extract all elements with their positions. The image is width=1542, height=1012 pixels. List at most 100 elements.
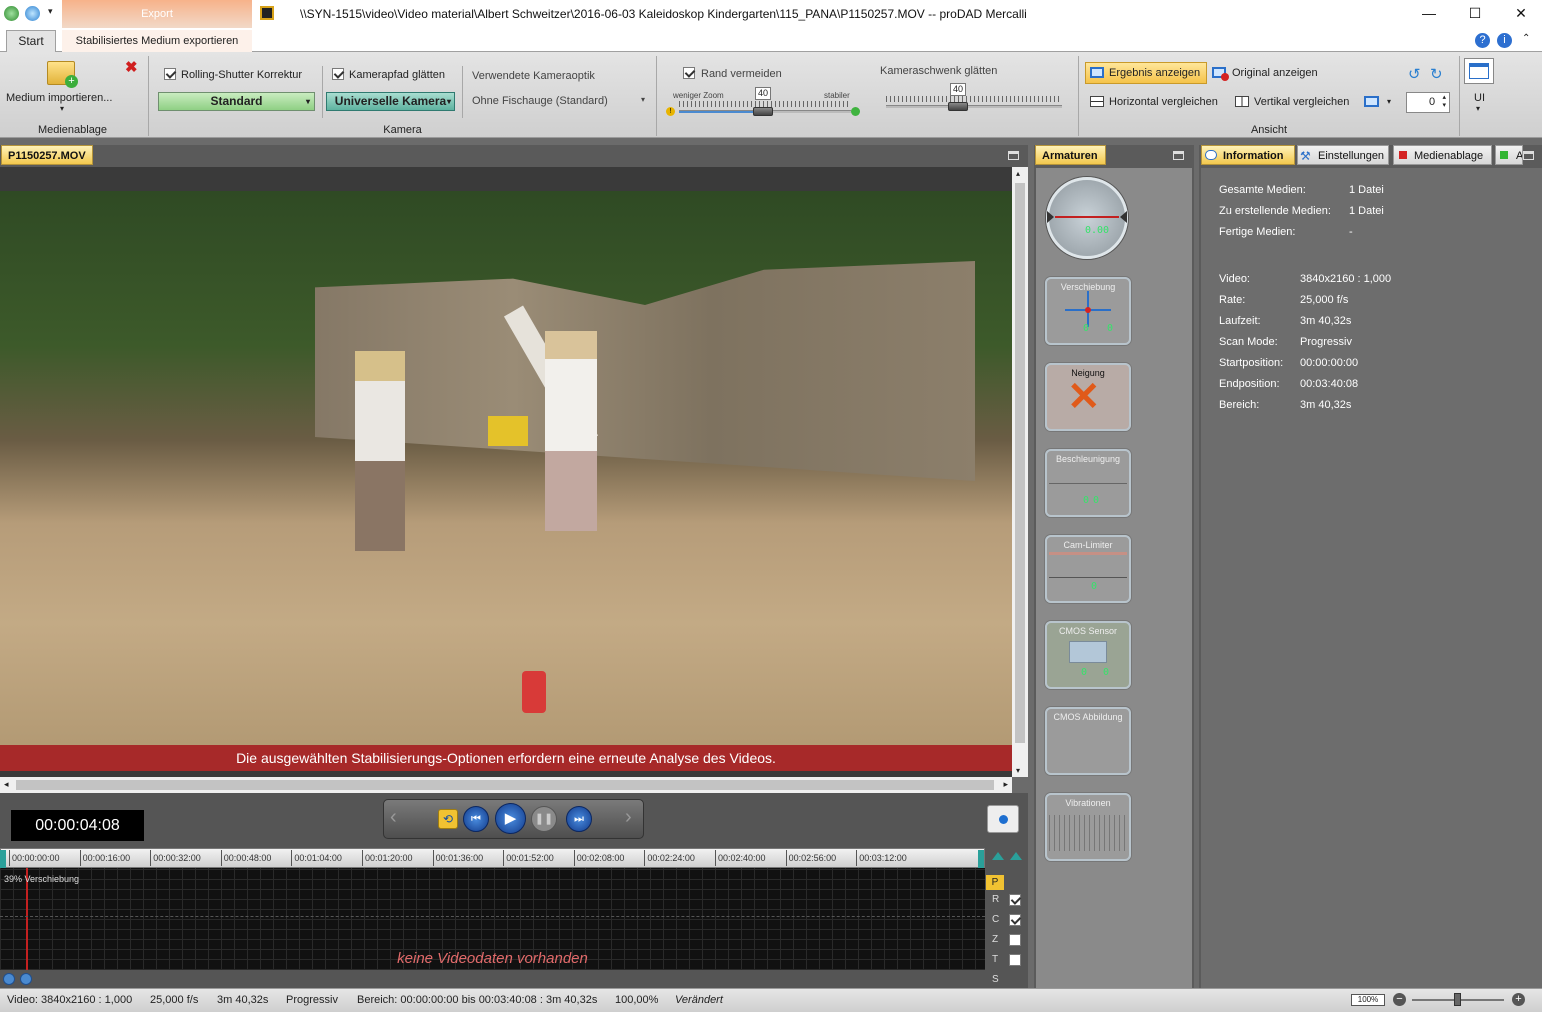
disabled-x-icon: ✕: [1067, 375, 1101, 419]
tab-medienablage[interactable]: Medienablage: [1393, 145, 1492, 165]
status-scan: Progressiv: [286, 994, 338, 1006]
slider-thumb[interactable]: [948, 102, 968, 111]
timeline-graph[interactable]: 39% Verschiebung keine Videodaten vorhan…: [0, 868, 985, 970]
close-button[interactable]: ✕: [1498, 0, 1542, 28]
video-vertical-scrollbar[interactable]: ▴ ▾: [1012, 167, 1028, 777]
track-z-checkbox[interactable]: [1009, 934, 1021, 947]
video-pane-minimize-icon[interactable]: [1008, 151, 1019, 160]
tab-export-medium[interactable]: Stabilisiertes Medium exportieren: [62, 30, 252, 52]
kameraschwenk-slider[interactable]: [886, 96, 1062, 112]
video-horizontal-scrollbar[interactable]: ◂ ▸: [0, 777, 1012, 793]
gauge-cmos-sensor[interactable]: CMOS Sensor 0 0: [1045, 621, 1131, 689]
track-r-checkbox[interactable]: [1009, 894, 1021, 907]
record-toggle-button[interactable]: [987, 805, 1019, 833]
rolling-shutter-select[interactable]: Standard ▾: [158, 92, 315, 111]
next-marker-icon[interactable]: ›: [625, 806, 632, 829]
gauge-cam-limiter[interactable]: Cam-Limiter 0: [1045, 535, 1131, 603]
skip-back-button[interactable]: ⏮: [463, 806, 489, 832]
display-mode-icon[interactable]: [1364, 96, 1379, 107]
chevron-down-icon[interactable]: ▾: [1387, 97, 1391, 106]
track-letter-r[interactable]: R: [992, 894, 999, 905]
info-minimize-icon[interactable]: [1523, 151, 1534, 160]
gauge-vibrationen[interactable]: Vibrationen: [1045, 793, 1131, 861]
vertikal-vergleichen-button[interactable]: Vertikal vergleichen: [1254, 96, 1349, 108]
zoom-in-status-icon[interactable]: +: [1512, 993, 1525, 1006]
remove-medium-icon[interactable]: ✖: [125, 58, 138, 76]
track-letter-p[interactable]: P: [986, 875, 1004, 890]
kamerapfad-checkbox[interactable]: [332, 68, 344, 81]
slider-thumb[interactable]: [1454, 993, 1461, 1006]
export-context-tab[interactable]: Export: [62, 0, 252, 28]
import-dropdown-icon[interactable]: ▾: [60, 104, 64, 113]
kamerapfad-select[interactable]: Universelle Kamera ▾: [326, 92, 455, 111]
rotate-right-icon[interactable]: ↻: [1430, 65, 1443, 83]
separator: [656, 56, 657, 136]
slider-thumb[interactable]: [753, 107, 773, 116]
chevron-down-icon: ▾: [446, 97, 451, 106]
pause-button[interactable]: ❚❚: [531, 806, 557, 832]
track-t-checkbox[interactable]: [1009, 954, 1021, 967]
gauge-beschleunigung[interactable]: Beschleunigung 0 0: [1045, 449, 1131, 517]
tab-start[interactable]: Start: [6, 30, 56, 53]
armaturen-minimize-icon[interactable]: [1173, 151, 1184, 160]
zoom-out-icon[interactable]: [20, 973, 32, 985]
armaturen-tab[interactable]: Armaturen: [1035, 145, 1106, 165]
zoom-out-status-icon[interactable]: −: [1393, 993, 1406, 1006]
play-button[interactable]: ▶: [495, 803, 526, 834]
rolling-shutter-checkbox[interactable]: [164, 68, 176, 81]
rotate-left-icon[interactable]: ↺: [1408, 65, 1421, 83]
quick-access-dropdown-icon[interactable]: ▾: [48, 6, 53, 17]
rotation-stepper[interactable]: 0 ▴ ▾: [1406, 92, 1450, 113]
info-row: Video: 3840x2160 : 1,000: [1219, 273, 1392, 285]
track-center-line: [0, 916, 985, 917]
zoom-percent-box[interactable]: 100%: [1351, 994, 1385, 1006]
timeline-tick-mark: [503, 850, 505, 866]
track-letter-c[interactable]: C: [992, 914, 999, 925]
timeline-end-handle[interactable]: [978, 850, 984, 868]
track-letter-t[interactable]: T: [992, 954, 998, 965]
timeline-tick-mark: [79, 850, 81, 866]
video-frame: [0, 191, 1012, 745]
zoom-arrow-left-icon[interactable]: [992, 852, 1004, 860]
gauge-neigung[interactable]: Neigung ✕: [1045, 363, 1131, 431]
rand-vermeiden-slider[interactable]: [679, 101, 851, 117]
gauge-verschiebung[interactable]: Verschiebung 0 0: [1045, 277, 1131, 345]
timeline-tick-mark: [715, 850, 716, 866]
gauge-cmos-abbildung[interactable]: CMOS Abbildung: [1045, 707, 1131, 775]
timeline-tick-label: 00:02:08:00: [576, 853, 625, 863]
original-anzeigen-button[interactable]: Original anzeigen: [1232, 67, 1318, 79]
minimize-button[interactable]: —: [1406, 0, 1452, 28]
status-video: Video: 3840x2160 : 1,000: [7, 994, 133, 1006]
import-medium-button[interactable]: Medium importieren...: [6, 92, 112, 104]
prev-marker-icon[interactable]: ‹: [390, 806, 397, 829]
skip-forward-button[interactable]: ⏭: [566, 806, 592, 832]
reanalysis-warning-banner: Die ausgewählten Stabilisierungs-Optione…: [0, 745, 1012, 771]
timeline-tick-mark: [644, 850, 646, 866]
collapse-ribbon-icon[interactable]: ⌃: [1522, 33, 1530, 44]
app-logo-icon[interactable]: [4, 6, 19, 21]
video-file-tab[interactable]: P1150257.MOV: [1, 145, 93, 165]
timeline-ruler[interactable]: [0, 848, 985, 868]
rand-vermeiden-checkbox[interactable]: [683, 67, 695, 80]
ui-window-icon[interactable]: [1464, 58, 1494, 84]
chevron-down-icon: ▾: [640, 95, 645, 104]
zoom-in-icon[interactable]: [3, 973, 15, 985]
loop-button[interactable]: ⟲: [438, 809, 458, 829]
import-folder-icon[interactable]: +: [47, 61, 78, 88]
help-icon[interactable]: ?: [1475, 33, 1490, 48]
maximize-button[interactable]: ☐: [1452, 0, 1498, 28]
kameraoptik-select[interactable]: Ohne Fischauge (Standard) ▾: [472, 95, 647, 107]
track-letter-z[interactable]: Z: [992, 934, 998, 945]
globe-icon[interactable]: [25, 6, 40, 21]
zoom-arrow-right-icon[interactable]: [1010, 852, 1022, 860]
stepper-arrows-icon[interactable]: ▴ ▾: [1442, 94, 1446, 110]
timeline-start-handle[interactable]: [0, 850, 6, 868]
track-c-checkbox[interactable]: [1009, 914, 1021, 927]
timeline-tick-mark: [220, 850, 222, 866]
timeline-tick-label: 00:00:16:00: [82, 853, 131, 863]
zoom-slider[interactable]: [1412, 993, 1504, 1006]
track-letter-s[interactable]: S: [992, 974, 999, 985]
horizontal-vergleichen-button[interactable]: Horizontal vergleichen: [1109, 96, 1218, 108]
ui-button-label[interactable]: UI: [1474, 92, 1485, 104]
info-icon[interactable]: i: [1497, 33, 1512, 48]
